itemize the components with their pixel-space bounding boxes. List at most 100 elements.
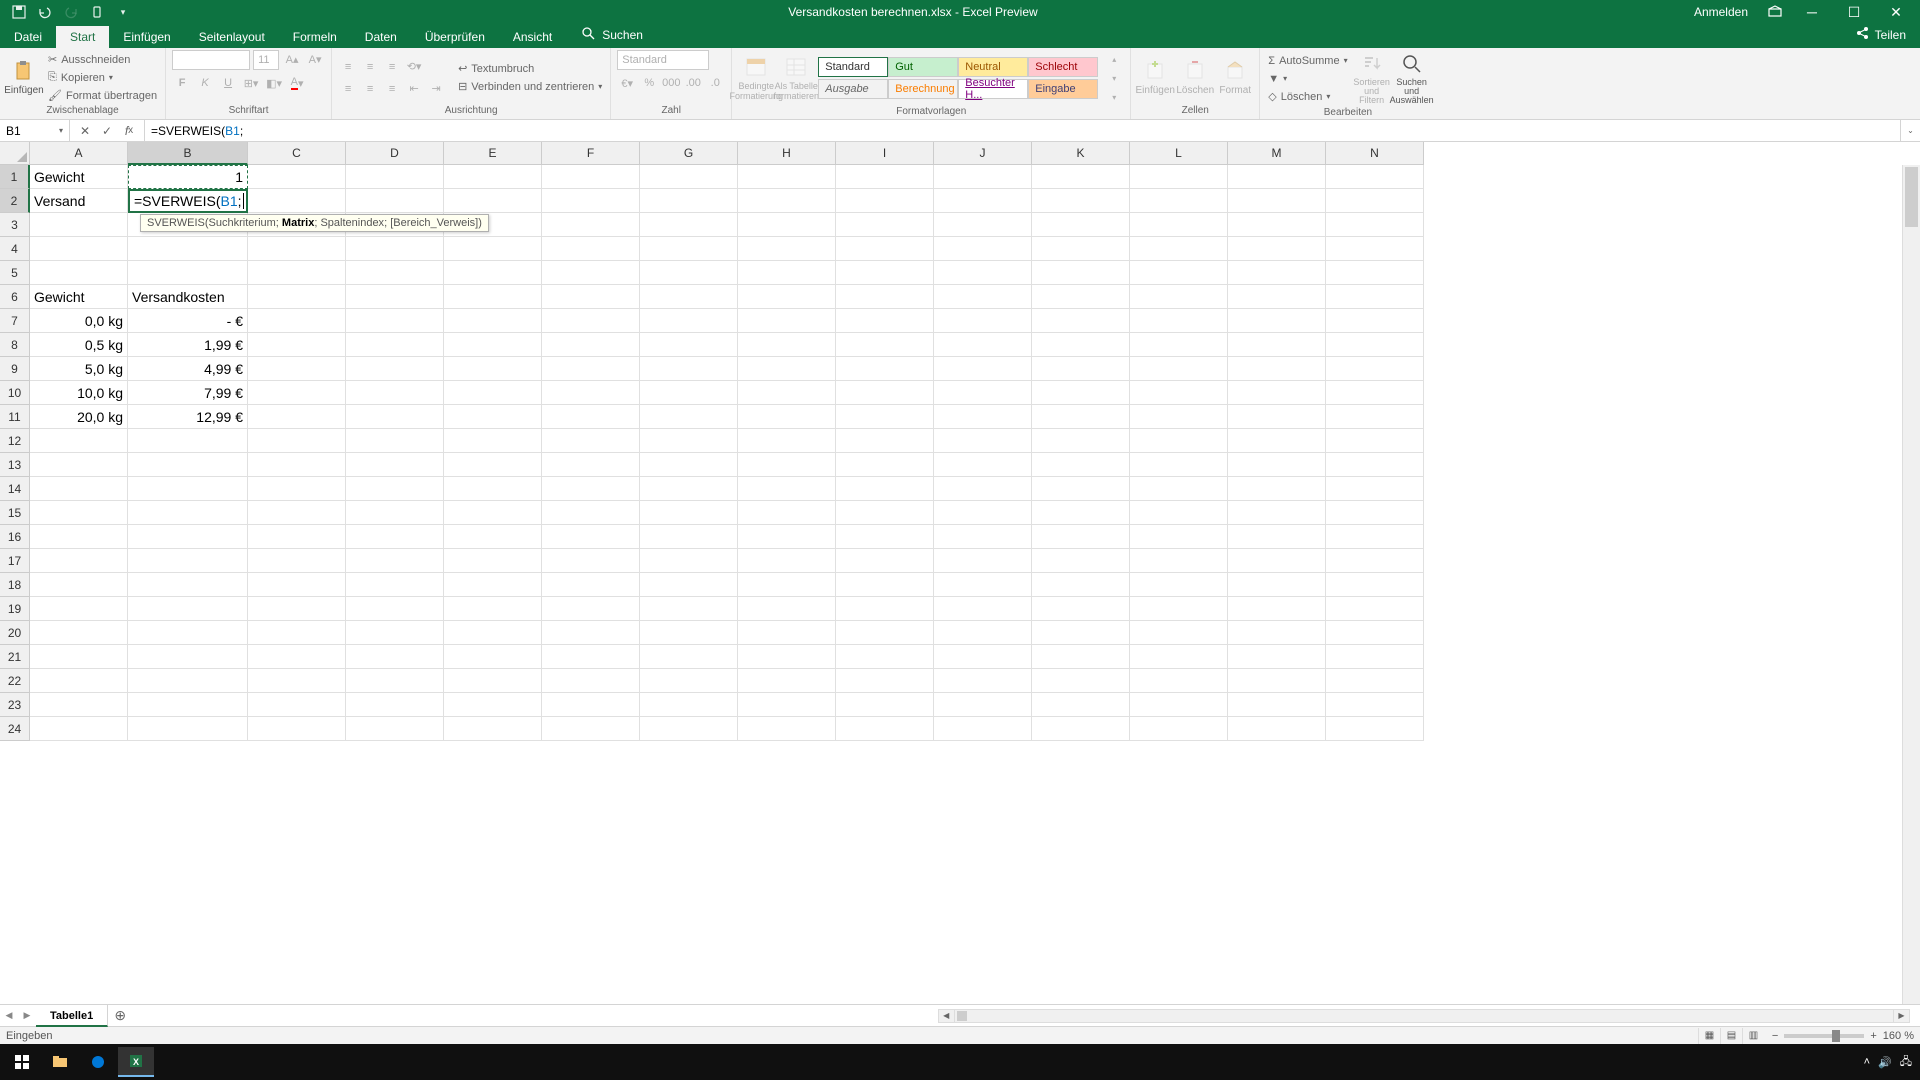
cell-M4[interactable] [1228, 237, 1326, 261]
column-header-E[interactable]: E [444, 142, 542, 165]
cell-H15[interactable] [738, 501, 836, 525]
cell-N1[interactable] [1326, 165, 1424, 189]
cell-K14[interactable] [1032, 477, 1130, 501]
cell-I1[interactable] [836, 165, 934, 189]
cell-F2[interactable] [542, 189, 640, 213]
column-header-A[interactable]: A [30, 142, 128, 165]
cell-N9[interactable] [1326, 357, 1424, 381]
cell-M21[interactable] [1228, 645, 1326, 669]
start-button[interactable] [4, 1047, 40, 1077]
cell-E22[interactable] [444, 669, 542, 693]
cell-N18[interactable] [1326, 573, 1424, 597]
decrease-indent-icon[interactable]: ⇤ [404, 80, 424, 98]
edge-icon[interactable] [80, 1047, 116, 1077]
row-header-4[interactable]: 4 [0, 237, 30, 261]
cell-F21[interactable] [542, 645, 640, 669]
cell-E14[interactable] [444, 477, 542, 501]
column-header-I[interactable]: I [836, 142, 934, 165]
cell-M15[interactable] [1228, 501, 1326, 525]
cell-I22[interactable] [836, 669, 934, 693]
wrap-text-button[interactable]: ↩Textumbruch [456, 60, 604, 78]
cell-H7[interactable] [738, 309, 836, 333]
style-berechnung[interactable]: Berechnung [888, 79, 958, 99]
tab-home[interactable]: Start [56, 26, 109, 48]
cell-A12[interactable] [30, 429, 128, 453]
cell-B5[interactable] [128, 261, 248, 285]
cell-C10[interactable] [248, 381, 346, 405]
cell-C1[interactable] [248, 165, 346, 189]
cell-G13[interactable] [640, 453, 738, 477]
cell-K12[interactable] [1032, 429, 1130, 453]
cell-J19[interactable] [934, 597, 1032, 621]
cell-K4[interactable] [1032, 237, 1130, 261]
row-header-19[interactable]: 19 [0, 597, 30, 621]
select-all-corner[interactable] [0, 142, 30, 165]
customize-qat-icon[interactable]: ▾ [112, 1, 134, 23]
cell-H6[interactable] [738, 285, 836, 309]
cell-N10[interactable] [1326, 381, 1424, 405]
row-header-21[interactable]: 21 [0, 645, 30, 669]
cell-J21[interactable] [934, 645, 1032, 669]
cell-E7[interactable] [444, 309, 542, 333]
cell-G15[interactable] [640, 501, 738, 525]
clear-button[interactable]: ◇Löschen▾ [1266, 88, 1349, 106]
cell-D15[interactable] [346, 501, 444, 525]
row-header-8[interactable]: 8 [0, 333, 30, 357]
insert-cells-button[interactable]: Einfügen [1137, 57, 1173, 98]
cell-E1[interactable] [444, 165, 542, 189]
cell-J16[interactable] [934, 525, 1032, 549]
cell-K20[interactable] [1032, 621, 1130, 645]
cell-M2[interactable] [1228, 189, 1326, 213]
orientation-icon[interactable]: ⟲▾ [404, 58, 424, 76]
cell-L15[interactable] [1130, 501, 1228, 525]
cell-G12[interactable] [640, 429, 738, 453]
sheet-tab-tabelle1[interactable]: Tabelle1 [36, 1005, 108, 1027]
cell-A4[interactable] [30, 237, 128, 261]
cell-E2[interactable] [444, 189, 542, 213]
cell-C15[interactable] [248, 501, 346, 525]
cell-C13[interactable] [248, 453, 346, 477]
bold-button[interactable]: F [172, 74, 192, 92]
cell-D1[interactable] [346, 165, 444, 189]
zoom-slider-thumb[interactable] [1832, 1030, 1840, 1042]
cell-B17[interactable] [128, 549, 248, 573]
cell-F23[interactable] [542, 693, 640, 717]
cell-E19[interactable] [444, 597, 542, 621]
border-icon[interactable]: ⊞▾ [241, 74, 261, 92]
cell-A16[interactable] [30, 525, 128, 549]
cell-F3[interactable] [542, 213, 640, 237]
cell-G7[interactable] [640, 309, 738, 333]
cell-F14[interactable] [542, 477, 640, 501]
cell-N22[interactable] [1326, 669, 1424, 693]
cell-J3[interactable] [934, 213, 1032, 237]
cell-A13[interactable] [30, 453, 128, 477]
cell-I8[interactable] [836, 333, 934, 357]
column-header-L[interactable]: L [1130, 142, 1228, 165]
format-cells-button[interactable]: Format [1217, 57, 1253, 98]
currency-icon[interactable]: €▾ [617, 74, 637, 92]
normal-view-icon[interactable]: ▦ [1698, 1028, 1720, 1044]
column-header-C[interactable]: C [248, 142, 346, 165]
column-header-D[interactable]: D [346, 142, 444, 165]
cell-M23[interactable] [1228, 693, 1326, 717]
cell-F15[interactable] [542, 501, 640, 525]
cell-I10[interactable] [836, 381, 934, 405]
cell-J1[interactable] [934, 165, 1032, 189]
insert-function-icon[interactable]: fx [118, 120, 140, 141]
cell-D5[interactable] [346, 261, 444, 285]
row-header-22[interactable]: 22 [0, 669, 30, 693]
zoom-in-icon[interactable]: + [1870, 1030, 1876, 1042]
style-schlecht[interactable]: Schlecht [1028, 57, 1098, 77]
cell-C22[interactable] [248, 669, 346, 693]
cell-G6[interactable] [640, 285, 738, 309]
cell-H4[interactable] [738, 237, 836, 261]
cell-E15[interactable] [444, 501, 542, 525]
row-header-6[interactable]: 6 [0, 285, 30, 309]
cell-F20[interactable] [542, 621, 640, 645]
cell-L5[interactable] [1130, 261, 1228, 285]
hscroll-left-icon[interactable]: ◀ [939, 1010, 955, 1022]
cell-J4[interactable] [934, 237, 1032, 261]
name-box[interactable]: ▾ [0, 120, 70, 141]
cell-G20[interactable] [640, 621, 738, 645]
styles-more-icon[interactable]: ▾ [1104, 88, 1124, 106]
